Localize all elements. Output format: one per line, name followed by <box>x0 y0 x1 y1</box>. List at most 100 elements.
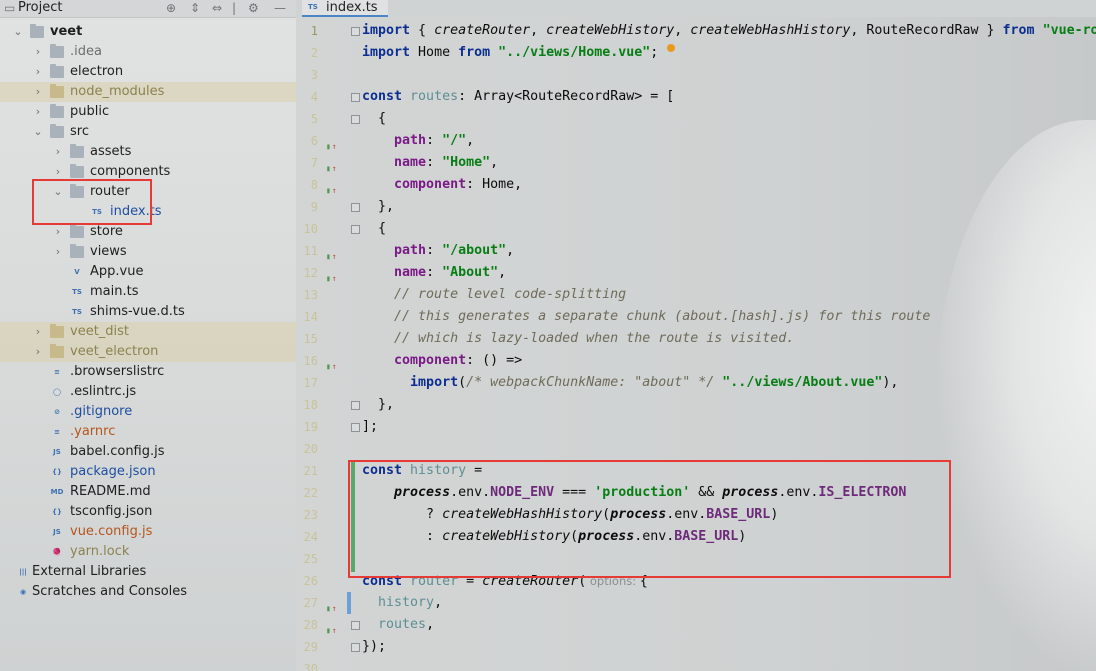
code-line[interactable]: const routes: Array<RouteRecordRaw> = [ <box>362 86 1096 108</box>
code-line[interactable]: }); <box>362 636 1096 658</box>
tree-item-eslintrc-js[interactable]: ◯ .eslintrc.js <box>0 382 296 402</box>
collapse-arrow-icon[interactable]: › <box>32 342 44 362</box>
line-number[interactable]: 22 <box>296 482 318 504</box>
line-number[interactable]: 14 <box>296 306 318 328</box>
tree-item-veet-dist[interactable]: › veet_dist <box>0 322 296 342</box>
implementation-marker-icon[interactable]: ▮↑ <box>326 158 337 180</box>
code-line[interactable]: { <box>362 218 1096 240</box>
fold-toggle-icon[interactable] <box>351 93 360 102</box>
tree-item-src[interactable]: ⌄ src <box>0 122 296 142</box>
line-number[interactable]: 3 <box>296 64 318 86</box>
implementation-marker-icon[interactable]: ▮↑ <box>326 136 337 158</box>
code-editor[interactable]: TS index.ts 1 2 3 4 5 6 ▮↑ 7 ▮↑ 8 ▮↑ 9 10 11 ▮↑ 12 ▮↑ 13 1… <box>296 0 1096 671</box>
expand-arrow-icon[interactable]: ⌄ <box>12 22 24 42</box>
tree-item-external-libraries[interactable]: ||| External Libraries <box>0 562 296 582</box>
code-line[interactable]: // which is lazy-loaded when the route i… <box>362 328 1096 350</box>
line-number[interactable]: 1 <box>296 20 318 42</box>
fold-toggle-icon[interactable] <box>351 401 360 410</box>
code-line[interactable]: import Home from "../views/Home.vue"; <box>362 42 1096 64</box>
fold-toggle-icon[interactable] <box>351 225 360 234</box>
implementation-marker-icon[interactable]: ▮↑ <box>326 180 337 202</box>
code-line[interactable]: // this generates a separate chunk (abou… <box>362 306 1096 328</box>
fold-toggle-icon[interactable] <box>351 203 360 212</box>
tree-item-yarn-lock[interactable]: 🧶 yarn.lock <box>0 542 296 562</box>
implementation-marker-icon[interactable]: ▮↑ <box>326 246 337 268</box>
line-number[interactable]: 2 <box>296 42 318 64</box>
code-line[interactable]: // route level code-splitting <box>362 284 1096 306</box>
locate-icon[interactable]: ⊕ <box>166 1 176 15</box>
line-number[interactable]: 17 <box>296 372 318 394</box>
implementation-marker-icon[interactable]: ▮↑ <box>326 598 337 620</box>
tree-item-store[interactable]: › store <box>0 222 296 242</box>
vcs-changed-marker[interactable] <box>347 592 351 614</box>
line-number[interactable]: 27 ▮↑ <box>296 592 337 614</box>
tree-item-browserslistrc[interactable]: ≡ .browserslistrc <box>0 362 296 382</box>
fold-toggle-icon[interactable] <box>351 423 360 432</box>
code-line[interactable]: import(/* webpackChunkName: "about" */ "… <box>362 372 1096 394</box>
line-number[interactable]: 23 <box>296 504 318 526</box>
code-line[interactable]: component: () => <box>362 350 1096 372</box>
tree-item-package-json[interactable]: {} package.json <box>0 462 296 482</box>
tree-item-gitignore[interactable]: ⊘ .gitignore <box>0 402 296 422</box>
tree-item-idea[interactable]: › .idea <box>0 42 296 62</box>
line-number[interactable]: 4 <box>296 86 318 108</box>
line-number[interactable]: 21 <box>296 460 318 482</box>
line-number[interactable]: 28 ▮↑ <box>296 614 337 636</box>
code-line[interactable]: }, <box>362 394 1096 416</box>
tree-item-readme-md[interactable]: MD README.md <box>0 482 296 502</box>
collapse-arrow-icon[interactable]: › <box>52 222 64 242</box>
code-line[interactable]: name: "Home", <box>362 152 1096 174</box>
tree-item-public[interactable]: › public <box>0 102 296 122</box>
fold-toggle-icon[interactable] <box>351 643 360 652</box>
fold-toggle-icon[interactable] <box>351 115 360 124</box>
tree-item-scratches-and-consoles[interactable]: ◉ Scratches and Consoles <box>0 582 296 602</box>
line-number[interactable]: 13 <box>296 284 318 306</box>
tree-item-veet[interactable]: ⌄ veet <box>0 22 296 42</box>
code-line[interactable] <box>362 658 1096 671</box>
line-number[interactable]: 5 <box>296 108 318 130</box>
code-line[interactable] <box>362 438 1096 460</box>
code-line[interactable]: { <box>362 108 1096 130</box>
line-number[interactable]: 29 <box>296 636 318 658</box>
tree-item-app-vue[interactable]: V App.vue <box>0 262 296 282</box>
line-number[interactable]: 9 <box>296 196 318 218</box>
tree-item-main-ts[interactable]: TS main.ts <box>0 282 296 302</box>
code-line[interactable]: import { createRouter, createWebHistory,… <box>362 20 1096 42</box>
implementation-marker-icon[interactable]: ▮↑ <box>326 268 337 290</box>
tree-item-vue-config-js[interactable]: JS vue.config.js <box>0 522 296 542</box>
line-number[interactable]: 26 <box>296 570 318 592</box>
settings-icon[interactable]: ⚙ <box>248 1 259 15</box>
code-line[interactable] <box>362 64 1096 86</box>
tree-item-shims-vue-d-ts[interactable]: TS shims-vue.d.ts <box>0 302 296 322</box>
fold-toggle-icon[interactable] <box>351 621 360 630</box>
line-number[interactable]: 18 <box>296 394 318 416</box>
collapse-arrow-icon[interactable]: › <box>32 322 44 342</box>
line-number[interactable]: 10 <box>296 218 318 240</box>
code-line[interactable]: ]; <box>362 416 1096 438</box>
tree-item-babel-config-js[interactable]: JS babel.config.js <box>0 442 296 462</box>
tab-index-ts[interactable]: TS index.ts <box>302 0 388 17</box>
code-line[interactable]: path: "/", <box>362 130 1096 152</box>
line-number[interactable]: 6 ▮↑ <box>296 130 337 152</box>
collapse-arrow-icon[interactable]: › <box>52 142 64 162</box>
tree-item-node-modules[interactable]: › node_modules <box>0 82 296 102</box>
line-number[interactable]: 11 ▮↑ <box>296 240 337 262</box>
collapse-arrow-icon[interactable]: › <box>32 82 44 102</box>
expand-arrow-icon[interactable]: ⌄ <box>32 122 44 142</box>
code-line[interactable]: path: "/about", <box>362 240 1096 262</box>
code-line[interactable]: }, <box>362 196 1096 218</box>
tree-item-views[interactable]: › views <box>0 242 296 262</box>
implementation-marker-icon[interactable]: ▮↑ <box>326 620 337 642</box>
expand-all-icon[interactable]: ⇔ <box>212 1 222 15</box>
tree-item-electron[interactable]: › electron <box>0 62 296 82</box>
code-line[interactable]: routes, <box>362 614 1096 636</box>
fold-toggle-icon[interactable] <box>351 27 360 36</box>
line-number[interactable]: 7 ▮↑ <box>296 152 337 174</box>
code-line[interactable]: name: "About", <box>362 262 1096 284</box>
line-number[interactable]: 24 <box>296 526 318 548</box>
line-number[interactable]: 8 ▮↑ <box>296 174 337 196</box>
line-number[interactable]: 16 ▮↑ <box>296 350 337 372</box>
tree-item-veet-electron[interactable]: › veet_electron <box>0 342 296 362</box>
line-number[interactable]: 15 <box>296 328 318 350</box>
tree-item-tsconfig-json[interactable]: {} tsconfig.json <box>0 502 296 522</box>
